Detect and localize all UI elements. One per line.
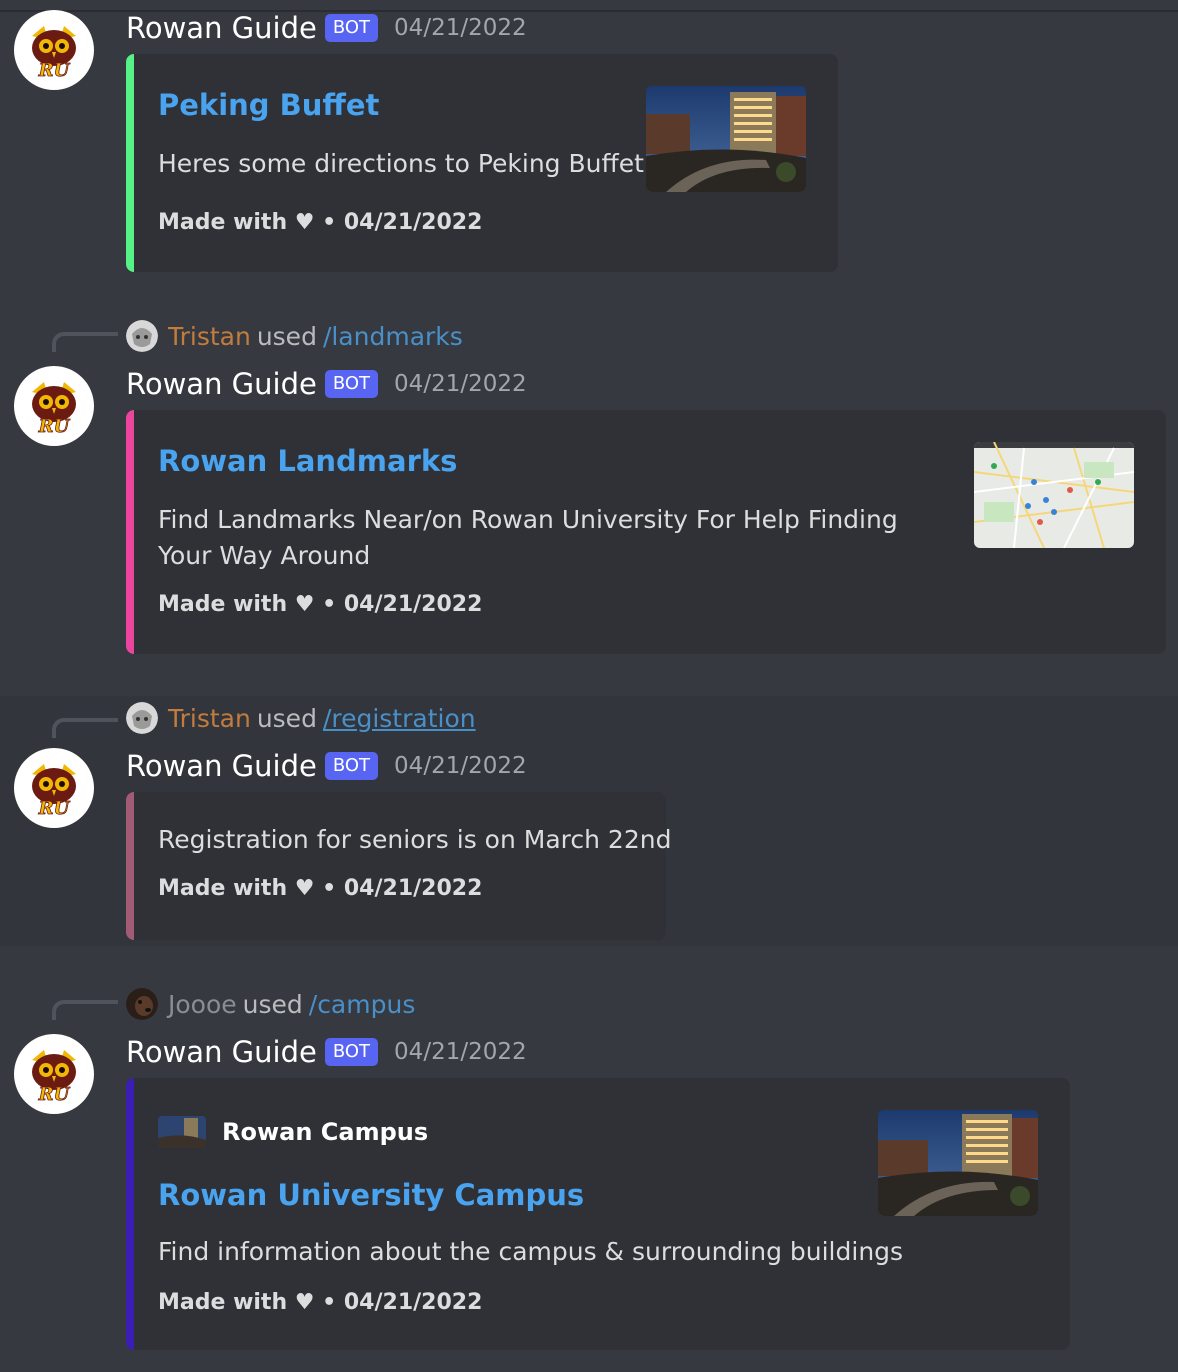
embed-card: Rowan Landmarks Find Landmarks Near/on R… [126,410,1166,654]
embed-footer: Made with ♥ • 04/21/2022 [158,1290,483,1315]
message-header: Rowan Guide BOT 04/21/2022 [126,364,527,404]
embed-description: Find information about the campus & surr… [158,1237,904,1266]
embed-thumbnail-campus-photo[interactable] [878,1110,1038,1216]
author-name[interactable]: Rowan Guide [126,1035,317,1069]
reply-reference[interactable]: Tristan used /landmarks [126,320,463,352]
reply-username[interactable]: Joooe [168,990,237,1019]
reply-used-text: used [242,989,303,1019]
reply-command[interactable]: /registration [323,704,476,733]
reply-connector [52,1000,118,1020]
reply-command[interactable]: /landmarks [323,322,463,351]
reply-username[interactable]: Tristan [168,704,251,733]
rowan-owl-logo-icon: RU [32,382,76,437]
rowan-owl-logo-icon: RU [32,26,76,81]
bot-badge: BOT [324,370,379,398]
bot-avatar[interactable]: RU [14,366,94,446]
embed-title-link[interactable]: Rowan University Campus [158,1178,584,1212]
bot-badge: BOT [324,752,379,780]
user-avatar-joooe [126,988,158,1020]
reply-command[interactable]: /campus [309,990,416,1019]
bot-badge: BOT [324,14,379,42]
author-name[interactable]: Rowan Guide [126,749,317,783]
timestamp: 04/21/2022 [394,15,527,41]
reply-used-text: used [256,703,317,733]
embed-card: Rowan Campus Rowan University Campus Fin… [126,1078,1070,1350]
embed-footer: Made with ♥ • 04/21/2022 [158,592,483,617]
embed-title-link[interactable]: Peking Buffet [158,88,379,122]
author-name[interactable]: Rowan Guide [126,367,317,401]
rowan-owl-logo-icon: RU [32,1050,76,1105]
bot-avatar[interactable]: RU [14,748,94,828]
embed-author[interactable]: Rowan Campus [158,1116,428,1148]
embed-card: Registration for seniors is on March 22n… [126,792,672,940]
svg-text:RU: RU [38,60,71,81]
message-peking-buffet: RU Rowan Guide BOT 04/21/2022 Peking Buf… [0,0,1178,290]
message-header: Rowan Guide BOT 04/21/2022 [126,746,527,786]
rowan-owl-logo-icon: RU [32,764,76,819]
embed-thumbnail-campus-photo[interactable] [646,86,806,192]
bot-badge: BOT [324,1038,379,1066]
bot-avatar[interactable]: RU [14,1034,94,1114]
reply-username[interactable]: Tristan [168,322,251,351]
embed-author-icon [158,1116,206,1148]
embed-description: Find Landmarks Near/on Rowan University … [158,505,898,570]
embed-description: Heres some directions to Peking Buffet! [158,149,654,178]
anime-avatar-icon [126,702,158,734]
svg-text:RU: RU [38,798,71,819]
message-header: Rowan Guide BOT 04/21/2022 [126,1032,527,1072]
reply-reference[interactable]: Joooe used /campus [126,988,415,1020]
message-registration: Tristan used /registration RU Rowan Guid… [0,696,1178,946]
embed-footer: Made with ♥ • 04/21/2022 [158,876,483,901]
svg-text:RU: RU [38,416,71,437]
message-campus: Joooe used /campus RU Rowan Guide BOT 04… [0,968,1178,1372]
author-name[interactable]: Rowan Guide [126,11,317,45]
dog-avatar-icon [126,988,158,1020]
timestamp: 04/21/2022 [394,753,527,779]
message-landmarks: Tristan used /landmarks RU Rowan Guide B… [0,300,1178,680]
embed-footer: Made with ♥ • 04/21/2022 [158,210,483,235]
user-avatar-tristan [126,702,158,734]
embed-title-link[interactable]: Rowan Landmarks [158,444,457,478]
reply-connector [52,718,118,738]
reply-reference[interactable]: Tristan used /registration [126,702,476,734]
timestamp: 04/21/2022 [394,371,527,397]
embed-thumbnail-map[interactable] [974,442,1134,548]
embed-author-name[interactable]: Rowan Campus [222,1118,428,1146]
anime-avatar-icon [126,320,158,352]
timestamp: 04/21/2022 [394,1039,527,1065]
bot-avatar[interactable]: RU [14,10,94,90]
message-header: Rowan Guide BOT 04/21/2022 [126,8,527,48]
embed-description: Registration for seniors is on March 22n… [158,825,672,854]
embed-card: Peking Buffet Heres some directions to P… [126,54,838,272]
reply-connector [52,332,118,352]
svg-text:RU: RU [38,1084,71,1105]
reply-used-text: used [256,321,317,351]
user-avatar-tristan [126,320,158,352]
